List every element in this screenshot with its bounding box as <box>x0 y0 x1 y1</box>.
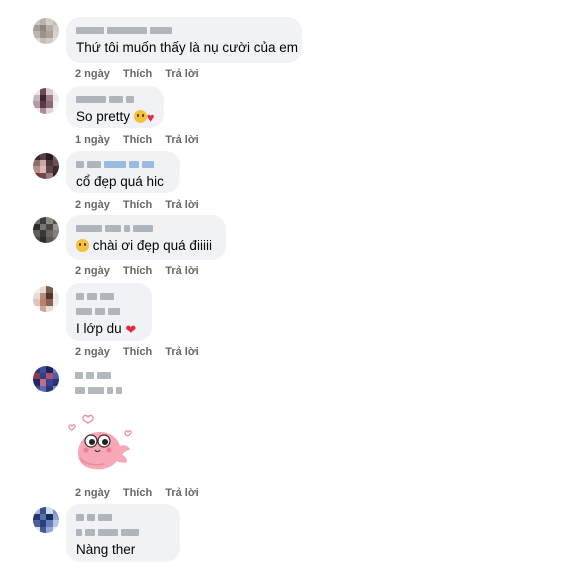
reply-button[interactable]: Trả lời <box>165 68 199 80</box>
comment-bubble: cổ đẹp quá hic <box>66 151 180 193</box>
commenter-name-blurred[interactable] <box>76 290 142 302</box>
reply-button[interactable]: Trả lời <box>165 134 199 146</box>
comment-text: chài ơi đẹp quá điiiii <box>92 238 212 253</box>
commenter-name-blurred[interactable] <box>76 511 170 523</box>
avatar[interactable] <box>33 88 59 114</box>
reply-button[interactable]: Trả lời <box>165 487 199 499</box>
like-button[interactable]: Thích <box>123 265 152 277</box>
pleading-face-emoji <box>133 110 147 123</box>
commenter-subtitle-blurred <box>76 305 142 317</box>
red-heart-emoji: ❤ <box>125 322 137 337</box>
comment-text: I lớp du <box>76 321 122 336</box>
avatar[interactable] <box>33 366 59 392</box>
commenter-name-blurred[interactable] <box>76 93 154 105</box>
comment-time[interactable]: 2 ngày <box>75 346 110 358</box>
like-button[interactable]: Thích <box>123 68 152 80</box>
like-button[interactable]: Thích <box>123 346 152 358</box>
comment-text: So pretty <box>76 109 131 124</box>
reply-button[interactable]: Trả lời <box>165 265 199 277</box>
avatar[interactable] <box>33 217 59 243</box>
comment-actions: 2 ngày Thích Trả lời <box>75 68 199 80</box>
commenter-subtitle-blurred <box>76 526 170 538</box>
comment-text: Thứ tôi muốn thấy là nụ cười của em <box>76 40 299 55</box>
avatar[interactable] <box>33 286 59 312</box>
commenter-name-blurred[interactable] <box>76 24 292 36</box>
comment-time[interactable]: 2 ngày <box>75 68 110 80</box>
commenter-name-blurred[interactable] <box>76 222 216 234</box>
commenter-name-blurred[interactable] <box>76 158 170 170</box>
like-button[interactable]: Thích <box>123 487 152 499</box>
comment-bubble: So pretty ♥ <box>66 86 164 128</box>
avatar[interactable] <box>33 153 59 179</box>
avatar[interactable] <box>33 18 59 44</box>
pink-shrimp-sticker <box>68 414 132 470</box>
pleading-face-emoji <box>76 239 89 252</box>
comment-bubble: Nàng ther <box>66 504 180 562</box>
reply-button[interactable]: Trả lời <box>165 346 199 358</box>
comment-text: cổ đẹp quá hic <box>76 174 164 189</box>
comment-actions: 2 ngày Thích Trả lời <box>75 487 199 499</box>
commenter-name-blurred[interactable] <box>75 369 122 399</box>
comment-time[interactable]: 2 ngày <box>75 199 110 211</box>
comment-text: Nàng ther <box>76 542 136 557</box>
like-button[interactable]: Thích <box>123 199 152 211</box>
comment-bubble: Thứ tôi muốn thấy là nụ cười của em <box>66 17 302 63</box>
sparkling-heart-emoji: ♥ <box>146 110 155 125</box>
comment-actions: 2 ngày Thích Trả lời <box>75 265 199 277</box>
avatar[interactable] <box>33 507 59 533</box>
comment-actions: 2 ngày Thích Trả lời <box>75 346 199 358</box>
like-button[interactable]: Thích <box>123 134 152 146</box>
reply-button[interactable]: Trả lời <box>165 199 199 211</box>
comment-actions: 1 ngày Thích Trả lời <box>75 134 199 146</box>
comment-time[interactable]: 2 ngày <box>75 265 110 277</box>
comment-time[interactable]: 2 ngày <box>75 487 110 499</box>
comment-actions: 2 ngày Thích Trả lời <box>75 199 199 211</box>
comment-bubble: I lớp du ❤ <box>66 283 152 341</box>
comment-bubble: chài ơi đẹp quá điiiii <box>66 215 226 260</box>
comment-time[interactable]: 1 ngày <box>75 134 110 146</box>
